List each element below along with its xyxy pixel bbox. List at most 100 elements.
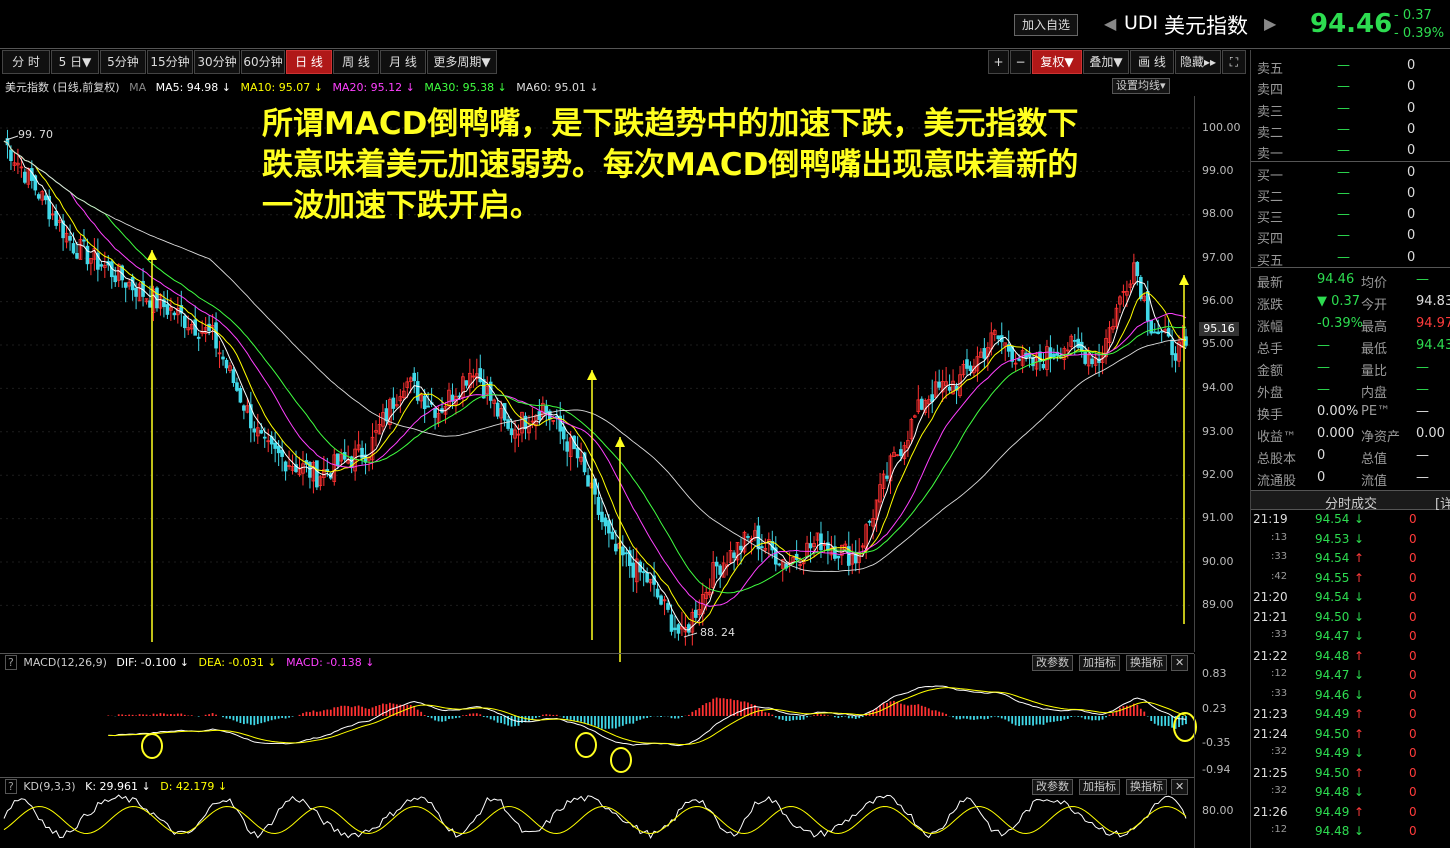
trade-time: 21:19 (1253, 512, 1288, 526)
tab-daily[interactable]: 日 线 (286, 50, 332, 74)
arrow-head-icon (615, 437, 625, 447)
trade-time: 21:25 (1253, 765, 1288, 780)
zoom-out-button[interactable]: − (1010, 50, 1031, 74)
book-price: — (1337, 228, 1350, 244)
tab-weekly[interactable]: 周 线 (333, 50, 379, 74)
draw-line-button[interactable]: 画 线 (1130, 50, 1174, 74)
kd-close-icon[interactable]: ✕ (1171, 779, 1189, 795)
candle-body (885, 475, 889, 479)
stat-value: — (1416, 360, 1429, 375)
add-watchlist-button[interactable]: 加入自选 (1014, 14, 1079, 36)
book-label: 卖一 (1257, 147, 1284, 163)
tab-5min[interactable]: 5分钟 (100, 50, 146, 74)
tab-monthly[interactable]: 月 线 (380, 50, 426, 74)
dif-value: DIF: -0.100 ↓ (116, 656, 189, 669)
macd-tick: -0.94 (1202, 763, 1231, 776)
macd-close-icon[interactable]: ✕ (1171, 655, 1189, 671)
candle-body (1031, 357, 1035, 367)
panel-toggle-icon[interactable]: ? (5, 779, 17, 794)
trade-direction-icon: ↑ (1354, 707, 1365, 721)
price-tick: 98.00 (1202, 207, 1234, 220)
candle-body (614, 543, 618, 552)
trade-row: :32 94.48 ↓ 0 (1251, 783, 1450, 803)
kd-add-indicator-button[interactable]: 加指标 (1079, 779, 1120, 795)
stat-label: 流值 (1361, 474, 1388, 489)
trade-price: 94.49 (1315, 804, 1350, 819)
trade-price: 94.49 (1315, 707, 1350, 721)
kd-swap-indicator-button[interactable]: 换指标 (1126, 779, 1167, 795)
ma-settings-button[interactable]: 设置均线▾ (1112, 78, 1170, 94)
quote-panel: 卖五 — 0 卖四 — 0 卖三 — 0 卖二 — 0 卖一 — 0 买一 — … (1250, 50, 1450, 848)
kd-edit-params-button[interactable]: 改参数 (1032, 779, 1073, 795)
d-value: D: 42.179 ↓ (160, 780, 228, 793)
book-label: 买二 (1257, 189, 1284, 205)
stat-label: 内盘 (1361, 386, 1388, 401)
stat-value: 94.43 (1416, 338, 1450, 353)
candle-body (23, 171, 27, 183)
k-line (3, 794, 1187, 840)
candle-body (544, 405, 549, 413)
candle-body (495, 402, 500, 417)
stat-label: 流通股 (1257, 474, 1297, 489)
annotation-circle (141, 733, 163, 759)
candle-body (464, 380, 469, 386)
fuquan-dropdown[interactable]: 复权▼ (1032, 50, 1082, 74)
candle-body (1017, 358, 1021, 361)
stat-label: 净资产 (1361, 430, 1401, 445)
trade-time: :12 (1271, 668, 1288, 679)
candle-body (586, 475, 590, 487)
stat-label: 均价 (1361, 276, 1388, 291)
macd-edit-params-button[interactable]: 改参数 (1032, 655, 1073, 671)
tab-fenshi[interactable]: 分 时 (2, 50, 50, 74)
candle-body (182, 315, 187, 329)
stat-value: -0.39% (1317, 316, 1363, 331)
stat-value: — (1416, 272, 1429, 287)
overlay-dropdown[interactable]: 叠加▼ (1083, 50, 1129, 74)
candle-body (82, 239, 86, 242)
candle-body (1076, 338, 1081, 348)
book-price: — (1337, 79, 1350, 95)
trade-direction-icon: ↑ (1354, 804, 1365, 819)
candle-body (659, 595, 663, 605)
candle-body (235, 382, 239, 391)
period-tabs: 分 时 5 日▼ 5分钟 15分钟 30分钟 60分钟 日 线 周 线 月 线 … (0, 50, 1250, 74)
price-axis: 100.00 99.00 98.00 97.00 96.00 95.00 94.… (1194, 96, 1250, 652)
candle-body (732, 552, 736, 558)
trade-volume: 0 (1409, 668, 1417, 682)
trade-volume: 0 (1409, 707, 1417, 721)
stat-value: 0 (1317, 448, 1326, 463)
tab-more-periods[interactable]: 更多周期▼ (427, 50, 497, 74)
arrow-head-icon (587, 370, 597, 380)
stat-value: — (1416, 382, 1429, 397)
stat-label: 收益™ (1257, 430, 1297, 445)
expand-icon[interactable]: ⛶ (1222, 50, 1246, 74)
macd-swap-indicator-button[interactable]: 换指标 (1126, 655, 1167, 671)
candle-body (259, 430, 264, 434)
stat-label: 总值 (1361, 452, 1388, 467)
hide-panel-button[interactable]: 隐藏▸▸ (1175, 50, 1221, 74)
prev-arrow-icon[interactable]: ◀ (1104, 14, 1116, 33)
next-arrow-icon[interactable]: ▶ (1264, 14, 1276, 33)
candle-body (718, 565, 722, 575)
tab-5day[interactable]: 5 日▼ (51, 50, 99, 74)
macd-tick: -0.35 (1202, 736, 1231, 749)
candle-body (631, 562, 636, 578)
candle-body (968, 365, 973, 372)
candle-body (1173, 353, 1178, 361)
tab-30min[interactable]: 30分钟 (194, 50, 240, 74)
trade-time: :32 (1271, 785, 1288, 796)
stat-row: 收益™ 0.000 净资产 0.00 (1251, 423, 1450, 445)
zoom-in-button[interactable]: + (988, 50, 1009, 74)
candle-body (1184, 336, 1188, 346)
order-book-row: 卖三 — 0 (1251, 98, 1450, 120)
macd-add-indicator-button[interactable]: 加指标 (1079, 655, 1120, 671)
tab-60min[interactable]: 60分钟 (241, 50, 285, 74)
tab-15min[interactable]: 15分钟 (147, 50, 193, 74)
book-label: 卖三 (1257, 104, 1284, 120)
candle-body (666, 603, 670, 610)
trade-price: 94.48 (1315, 785, 1350, 799)
panel-toggle-icon[interactable]: ? (5, 655, 17, 670)
book-volume: 0 (1407, 143, 1416, 159)
trade-row: :33 94.46 ↓ 0 (1251, 686, 1450, 706)
candle-body (1152, 331, 1157, 334)
